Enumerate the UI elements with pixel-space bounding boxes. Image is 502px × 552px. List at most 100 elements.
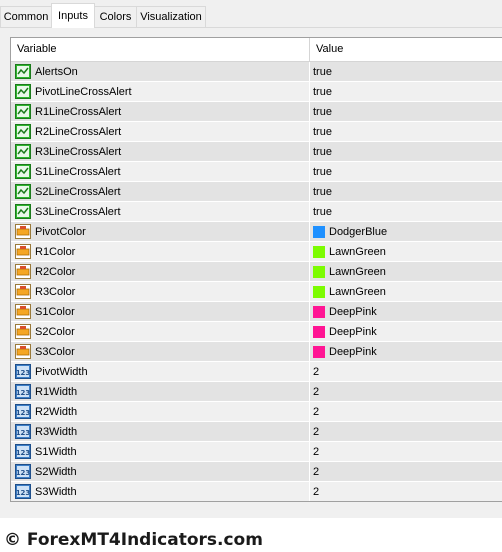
value-cell[interactable]: 2 (313, 422, 502, 442)
color-icon (15, 344, 31, 359)
variable-cell[interactable]: S3Color (13, 342, 305, 362)
value-cell[interactable]: DeepPink (313, 342, 502, 362)
table-row[interactable]: S2LineCrossAlert true (11, 182, 502, 202)
variable-name: S3Color (35, 346, 75, 358)
variable-cell[interactable]: 123 PivotWidth (13, 362, 305, 382)
value-cell[interactable]: 2 (313, 362, 502, 382)
table-row[interactable]: 123 S3Width 2 (11, 482, 502, 501)
variable-name: AlertsOn (35, 66, 78, 78)
column-divider (309, 442, 310, 462)
column-divider (309, 162, 310, 182)
value-cell[interactable]: true (313, 102, 502, 122)
value-text: true (313, 126, 332, 138)
inputs-table[interactable]: Variable Value AlertsOn true PivotLineCros… (10, 37, 502, 502)
variable-cell[interactable]: S2Color (13, 322, 305, 342)
variable-name: PivotWidth (35, 366, 88, 378)
table-row[interactable]: 123 PivotWidth 2 (11, 362, 502, 382)
variable-cell[interactable]: 123 R1Width (13, 382, 305, 402)
table-row[interactable]: PivotLineCrossAlert true (11, 82, 502, 102)
svg-text:123: 123 (16, 409, 31, 417)
column-header-value[interactable]: Value (310, 38, 502, 61)
value-cell[interactable]: true (313, 62, 502, 82)
column-header-variable[interactable]: Variable (11, 38, 309, 61)
table-row[interactable]: R3Color LawnGreen (11, 282, 502, 302)
bool-icon (15, 164, 31, 179)
value-cell[interactable]: true (313, 202, 502, 222)
value-cell[interactable]: true (313, 82, 502, 102)
table-row[interactable]: S1LineCrossAlert true (11, 162, 502, 182)
variable-cell[interactable]: S1Color (13, 302, 305, 322)
color-swatch (313, 306, 325, 318)
variable-cell[interactable]: R3LineCrossAlert (13, 142, 305, 162)
value-cell[interactable]: DeepPink (313, 322, 502, 342)
table-row[interactable]: S3Color DeepPink (11, 342, 502, 362)
table-row[interactable]: 123 R3Width 2 (11, 422, 502, 442)
column-divider (309, 302, 310, 322)
color-icon (15, 244, 31, 259)
variable-cell[interactable]: R1LineCrossAlert (13, 102, 305, 122)
variable-cell[interactable]: S1LineCrossAlert (13, 162, 305, 182)
value-cell[interactable]: true (313, 162, 502, 182)
tab-colors[interactable]: Colors (94, 6, 137, 27)
table-row[interactable]: 123 S1Width 2 (11, 442, 502, 462)
column-divider (309, 422, 310, 442)
table-row[interactable]: R3LineCrossAlert true (11, 142, 502, 162)
table-row[interactable]: 123 R2Width 2 (11, 402, 502, 422)
table-row[interactable]: 123 S2Width 2 (11, 462, 502, 482)
column-divider (309, 242, 310, 262)
bool-icon (15, 104, 31, 119)
value-cell[interactable]: 2 (313, 482, 502, 501)
value-text: true (313, 186, 332, 198)
value-cell[interactable]: 2 (313, 442, 502, 462)
table-row[interactable]: S3LineCrossAlert true (11, 202, 502, 222)
value-cell[interactable]: LawnGreen (313, 242, 502, 262)
variable-cell[interactable]: 123 S2Width (13, 462, 305, 482)
value-cell[interactable]: true (313, 182, 502, 202)
value-cell[interactable]: 2 (313, 402, 502, 422)
value-cell[interactable]: LawnGreen (313, 282, 502, 302)
value-cell[interactable]: DeepPink (313, 302, 502, 322)
variable-cell[interactable]: 123 R3Width (13, 422, 305, 442)
variable-cell[interactable]: PivotLineCrossAlert (13, 82, 305, 102)
table-row[interactable]: 123 R1Width 2 (11, 382, 502, 402)
variable-cell[interactable]: AlertsOn (13, 62, 305, 82)
value-cell[interactable]: LawnGreen (313, 262, 502, 282)
variable-cell[interactable]: 123 R2Width (13, 402, 305, 422)
column-divider (309, 102, 310, 122)
variable-cell[interactable]: R2Color (13, 262, 305, 282)
variable-cell[interactable]: 123 S1Width (13, 442, 305, 462)
tab-inputs[interactable]: Inputs (51, 3, 95, 28)
column-divider (309, 462, 310, 482)
variable-cell[interactable]: S3LineCrossAlert (13, 202, 305, 222)
value-cell[interactable]: 2 (313, 382, 502, 402)
table-row[interactable]: R2Color LawnGreen (11, 262, 502, 282)
variable-cell[interactable]: R3Color (13, 282, 305, 302)
variable-cell[interactable]: 123 S3Width (13, 482, 305, 501)
table-row[interactable]: S2Color DeepPink (11, 322, 502, 342)
table-row[interactable]: AlertsOn true (11, 62, 502, 82)
variable-name: R3Width (35, 426, 78, 438)
color-icon (15, 284, 31, 299)
value-text: 2 (313, 466, 320, 478)
variable-cell[interactable]: S2LineCrossAlert (13, 182, 305, 202)
column-divider (309, 282, 310, 302)
table-row[interactable]: R1LineCrossAlert true (11, 102, 502, 122)
variable-cell[interactable]: PivotColor (13, 222, 305, 242)
value-cell[interactable]: 2 (313, 462, 502, 482)
variable-name: R2Color (35, 266, 76, 278)
table-row[interactable]: R1Color LawnGreen (11, 242, 502, 262)
variable-name: S2Color (35, 326, 75, 338)
tab-visualization[interactable]: Visualization (136, 6, 206, 27)
variable-cell[interactable]: R2LineCrossAlert (13, 122, 305, 142)
tab-common[interactable]: Common (0, 6, 52, 27)
svg-text:123: 123 (16, 369, 31, 377)
value-cell[interactable]: true (313, 142, 502, 162)
value-cell[interactable]: DodgerBlue (313, 222, 502, 242)
variable-name: PivotColor (35, 226, 86, 238)
table-row[interactable]: S1Color DeepPink (11, 302, 502, 322)
variable-cell[interactable]: R1Color (13, 242, 305, 262)
bool-icon (15, 144, 31, 159)
value-cell[interactable]: true (313, 122, 502, 142)
table-row[interactable]: R2LineCrossAlert true (11, 122, 502, 142)
table-row[interactable]: PivotColor DodgerBlue (11, 222, 502, 242)
